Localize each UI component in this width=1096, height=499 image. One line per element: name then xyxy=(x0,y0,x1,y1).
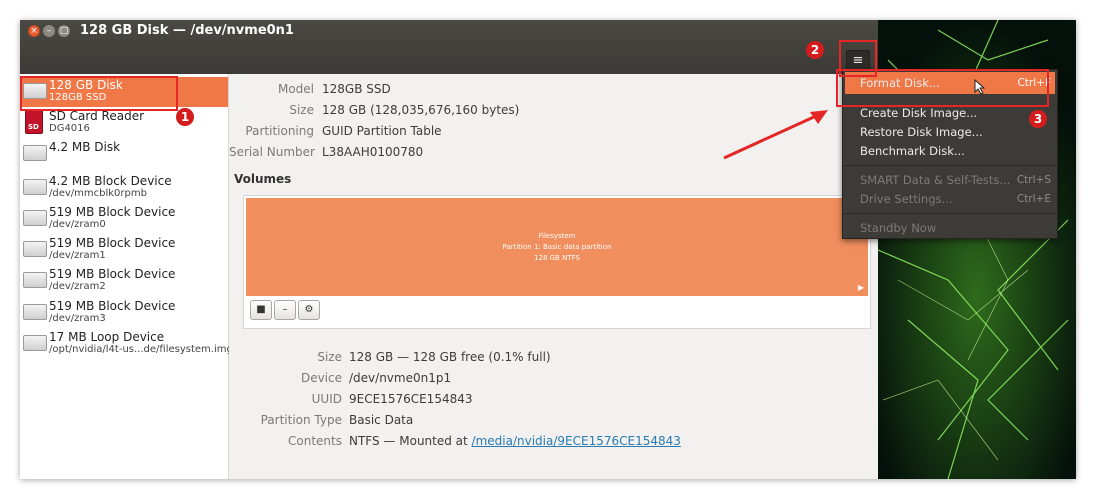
device-label: Device xyxy=(300,371,342,385)
mount-point-link[interactable]: /media/nvidia/9ECE1576CE154843 xyxy=(472,434,681,448)
device-item-sd-card-reader[interactable]: SD SD Card Reader DG4016 xyxy=(20,108,228,138)
annotation-badge-2: 2 xyxy=(806,41,824,59)
serial-value: L38AAH0100780 xyxy=(322,145,424,159)
maximize-icon: □ xyxy=(59,26,69,36)
partition-name-label: Partition 1: Basic data partition xyxy=(502,243,612,251)
drive-icon xyxy=(23,304,47,320)
contents-label: Contents xyxy=(288,434,342,448)
device-item-zram1[interactable]: 519 MB Block Device /dev/zram1 xyxy=(20,235,228,265)
menu-separator xyxy=(843,165,1057,166)
close-window-button[interactable]: × xyxy=(28,25,40,37)
device-item-4mb-disk[interactable]: 4.2 MB Disk xyxy=(20,139,228,169)
volumes-graphic: Filesystem Partition 1: Basic data parti… xyxy=(243,195,871,329)
partition-block[interactable]: Filesystem Partition 1: Basic data parti… xyxy=(246,198,868,296)
device-item-loop-device[interactable]: 17 MB Loop Device /opt/nvidia/l4t-us...d… xyxy=(20,329,233,359)
device-name: 4.2 MB Block Device xyxy=(49,174,172,188)
device-value: /dev/nvme0n1p1 xyxy=(349,371,452,385)
maximize-window-button[interactable]: □ xyxy=(58,25,70,37)
contents-text: NTFS — Mounted at xyxy=(349,434,472,448)
screenshot-frame: × – □ 128 GB Disk — /dev/nvme0n1 ≡ 128 G… xyxy=(20,20,1076,479)
device-item-zram0[interactable]: 519 MB Block Device /dev/zram0 xyxy=(20,204,228,234)
drive-icon xyxy=(23,335,47,351)
menu-item-smart-data: SMART Data & Self-Tests... xyxy=(860,173,1011,187)
device-subtitle: /dev/zram2 xyxy=(49,281,106,292)
gear-icon: ⚙ xyxy=(304,304,314,315)
menu-item-create-disk-image[interactable]: Create Disk Image... xyxy=(860,106,977,120)
device-subtitle: /dev/zram3 xyxy=(49,313,106,324)
device-name: 519 MB Block Device xyxy=(49,205,176,219)
model-value: 128GB SSD xyxy=(322,82,391,96)
annotation-badge-3: 3 xyxy=(1029,110,1047,128)
menu-item-drive-settings: Drive Settings... xyxy=(860,192,953,206)
disk-icon xyxy=(23,145,47,161)
device-item-zram3[interactable]: 519 MB Block Device /dev/zram3 xyxy=(20,298,228,328)
partition-type-value: Basic Data xyxy=(349,413,414,427)
uuid-value: 9ECE1576CE154843 xyxy=(349,392,473,406)
uuid-label: UUID xyxy=(311,392,342,406)
delete-partition-button[interactable]: – xyxy=(274,300,296,320)
partition-options-button[interactable]: ⚙ xyxy=(298,300,320,320)
device-subtitle: DG4016 xyxy=(49,123,90,134)
play-icon: ▶ xyxy=(857,283,864,292)
drive-icon xyxy=(23,241,47,257)
partition-size-label: Size xyxy=(317,350,342,364)
device-name: 519 MB Block Device xyxy=(49,299,176,313)
partitioning-label: Partitioning xyxy=(245,124,314,138)
sd-card-icon: SD xyxy=(25,110,43,134)
header-bar: × – □ 128 GB Disk — /dev/nvme0n1 ≡ xyxy=(20,20,878,74)
menu-separator xyxy=(843,213,1057,214)
device-name: 4.2 MB Disk xyxy=(49,140,121,154)
device-name: 519 MB Block Device xyxy=(49,236,176,250)
menu-item-smart-data-accel: Ctrl+S xyxy=(1016,174,1051,186)
minus-icon: – xyxy=(282,304,288,315)
partition-type-label: Filesystem xyxy=(538,232,576,240)
contents-value: NTFS — Mounted at /media/nvidia/9ECE1576… xyxy=(349,434,681,448)
device-name: SD Card Reader xyxy=(49,109,145,123)
window-title: 128 GB Disk — /dev/nvme0n1 xyxy=(80,23,294,38)
device-subtitle: /dev/mmcblk0rpmb xyxy=(49,188,147,199)
partitioning-value: GUID Partition Table xyxy=(322,124,442,138)
partition-size-value: 128 GB — 128 GB free (0.1% full) xyxy=(349,350,551,364)
size-value: 128 GB (128,035,676,160 bytes) xyxy=(322,103,520,117)
menu-item-standby-now: Standby Now xyxy=(860,221,937,235)
minimize-icon: – xyxy=(46,26,52,36)
menu-item-benchmark-disk[interactable]: Benchmark Disk... xyxy=(860,144,965,158)
menu-item-drive-settings-accel: Ctrl+E xyxy=(1016,193,1051,205)
size-label: Size xyxy=(289,103,314,117)
device-subtitle: /dev/zram0 xyxy=(49,219,106,230)
annotation-badge-1: 1 xyxy=(176,108,194,126)
serial-label: Serial Number xyxy=(229,145,315,159)
model-label: Model xyxy=(277,82,314,96)
device-sidebar: 128 GB Disk 128GB SSD SD SD Card Reader … xyxy=(20,74,233,479)
device-subtitle: /dev/zram1 xyxy=(49,250,106,261)
device-item-zram2[interactable]: 519 MB Block Device /dev/zram2 xyxy=(20,266,228,296)
annotation-box-disk xyxy=(20,76,178,111)
close-icon: × xyxy=(30,26,38,36)
drive-icon xyxy=(23,272,47,288)
stop-icon: ■ xyxy=(256,304,266,315)
drive-icon xyxy=(23,210,47,226)
device-subtitle: /opt/nvidia/l4t-us...de/filesystem.img xyxy=(49,344,233,355)
annotation-arrow xyxy=(723,110,828,160)
device-name: 17 MB Loop Device xyxy=(49,330,165,344)
device-item-mmcblk0rpmb[interactable]: 4.2 MB Block Device /dev/mmcblk0rpmb xyxy=(20,173,228,203)
annotation-box-menu-button xyxy=(839,40,877,77)
partition-type-label: Partition Type xyxy=(260,413,342,427)
partition-size-label: 128 GB NTFS xyxy=(534,254,580,262)
drive-icon xyxy=(23,179,47,195)
volumes-heading: Volumes xyxy=(234,172,292,186)
minimize-window-button[interactable]: – xyxy=(43,25,55,37)
device-name: 519 MB Block Device xyxy=(49,267,176,281)
menu-item-restore-disk-image[interactable]: Restore Disk Image... xyxy=(860,125,983,139)
unmount-button[interactable]: ■ xyxy=(250,300,272,320)
